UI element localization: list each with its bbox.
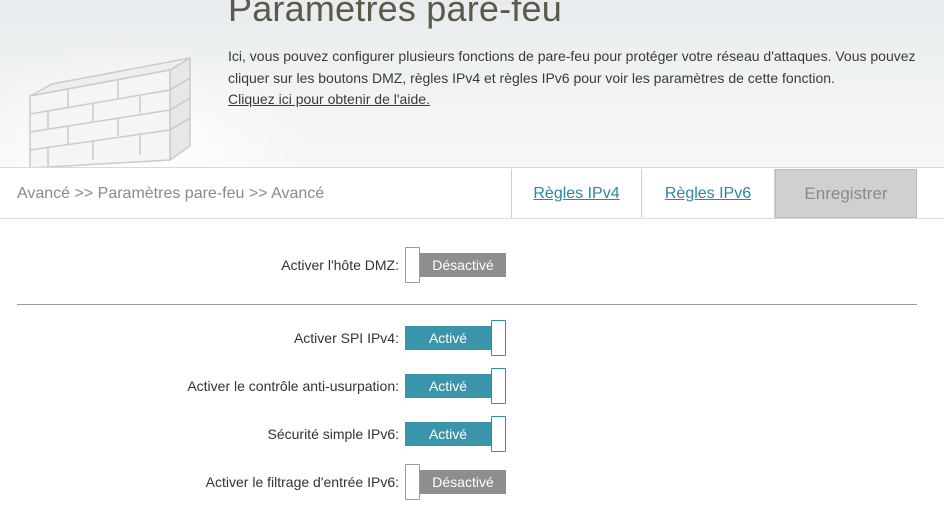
description-text: Ici, vous pouvez configurer plusieurs fo… [228, 48, 916, 86]
toggle-knob [491, 416, 506, 452]
toggle-knob [405, 247, 420, 283]
dmz-label: Activer l'hôte DMZ: [281, 257, 399, 273]
anti-spoofing-toggle[interactable]: Activé [405, 368, 506, 404]
ipv6-simple-security-toggle[interactable]: Activé [405, 416, 506, 452]
setting-row-ipv6-simple-security: Sécurité simple IPv6: Activé [0, 416, 944, 452]
toggle-state: Activé [405, 326, 491, 350]
toggle-knob [405, 464, 420, 500]
anti-spoofing-label: Activer le contrôle anti-usurpation: [187, 378, 399, 394]
setting-row-spi-ipv4: Activer SPI IPv4: Activé [0, 320, 944, 356]
section-divider [17, 304, 917, 305]
page-header: Paramètres pare-feu Ici, vous pouvez con… [0, 0, 944, 168]
setting-row-ipv6-ingress-filtering: Activer le filtrage d'entrée IPv6: Désac… [0, 464, 944, 500]
ipv6-rules-button[interactable]: Règles IPv6 [642, 169, 775, 218]
nav-bar: Avancé >> Paramètres pare-feu >> Avancé … [0, 169, 944, 219]
page-description: Ici, vous pouvez configurer plusieurs fo… [228, 46, 928, 111]
spi-ipv4-toggle[interactable]: Activé [405, 320, 506, 356]
ipv6-simple-security-label: Sécurité simple IPv6: [267, 426, 400, 442]
toggle-knob [491, 320, 506, 356]
toggle-state: Activé [405, 374, 491, 398]
breadcrumb: Avancé >> Paramètres pare-feu >> Avancé [17, 185, 325, 202]
ipv6-ingress-filtering-toggle[interactable]: Désactivé [405, 464, 506, 500]
brick-wall-icon [29, 56, 191, 167]
toggle-state: Activé [405, 422, 491, 446]
toggle-state: Désactivé [420, 470, 506, 494]
help-link[interactable]: Cliquez ici pour obtenir de l'aide. [228, 89, 928, 111]
toggle-state: Désactivé [420, 253, 506, 277]
spi-ipv4-label: Activer SPI IPv4: [293, 330, 399, 346]
page-title: Paramètres pare-feu [228, 0, 562, 29]
setting-row-anti-spoofing: Activer le contrôle anti-usurpation: Act… [0, 368, 944, 404]
setting-row-dmz: Activer l'hôte DMZ: Désactivé [0, 247, 944, 283]
ipv6-ingress-filtering-label: Activer le filtrage d'entrée IPv6: [205, 474, 399, 490]
ipv4-rules-button[interactable]: Règles IPv4 [511, 169, 642, 218]
save-button[interactable]: Enregistrer [775, 169, 917, 218]
dmz-toggle[interactable]: Désactivé [405, 247, 506, 283]
toggle-knob [491, 368, 506, 404]
